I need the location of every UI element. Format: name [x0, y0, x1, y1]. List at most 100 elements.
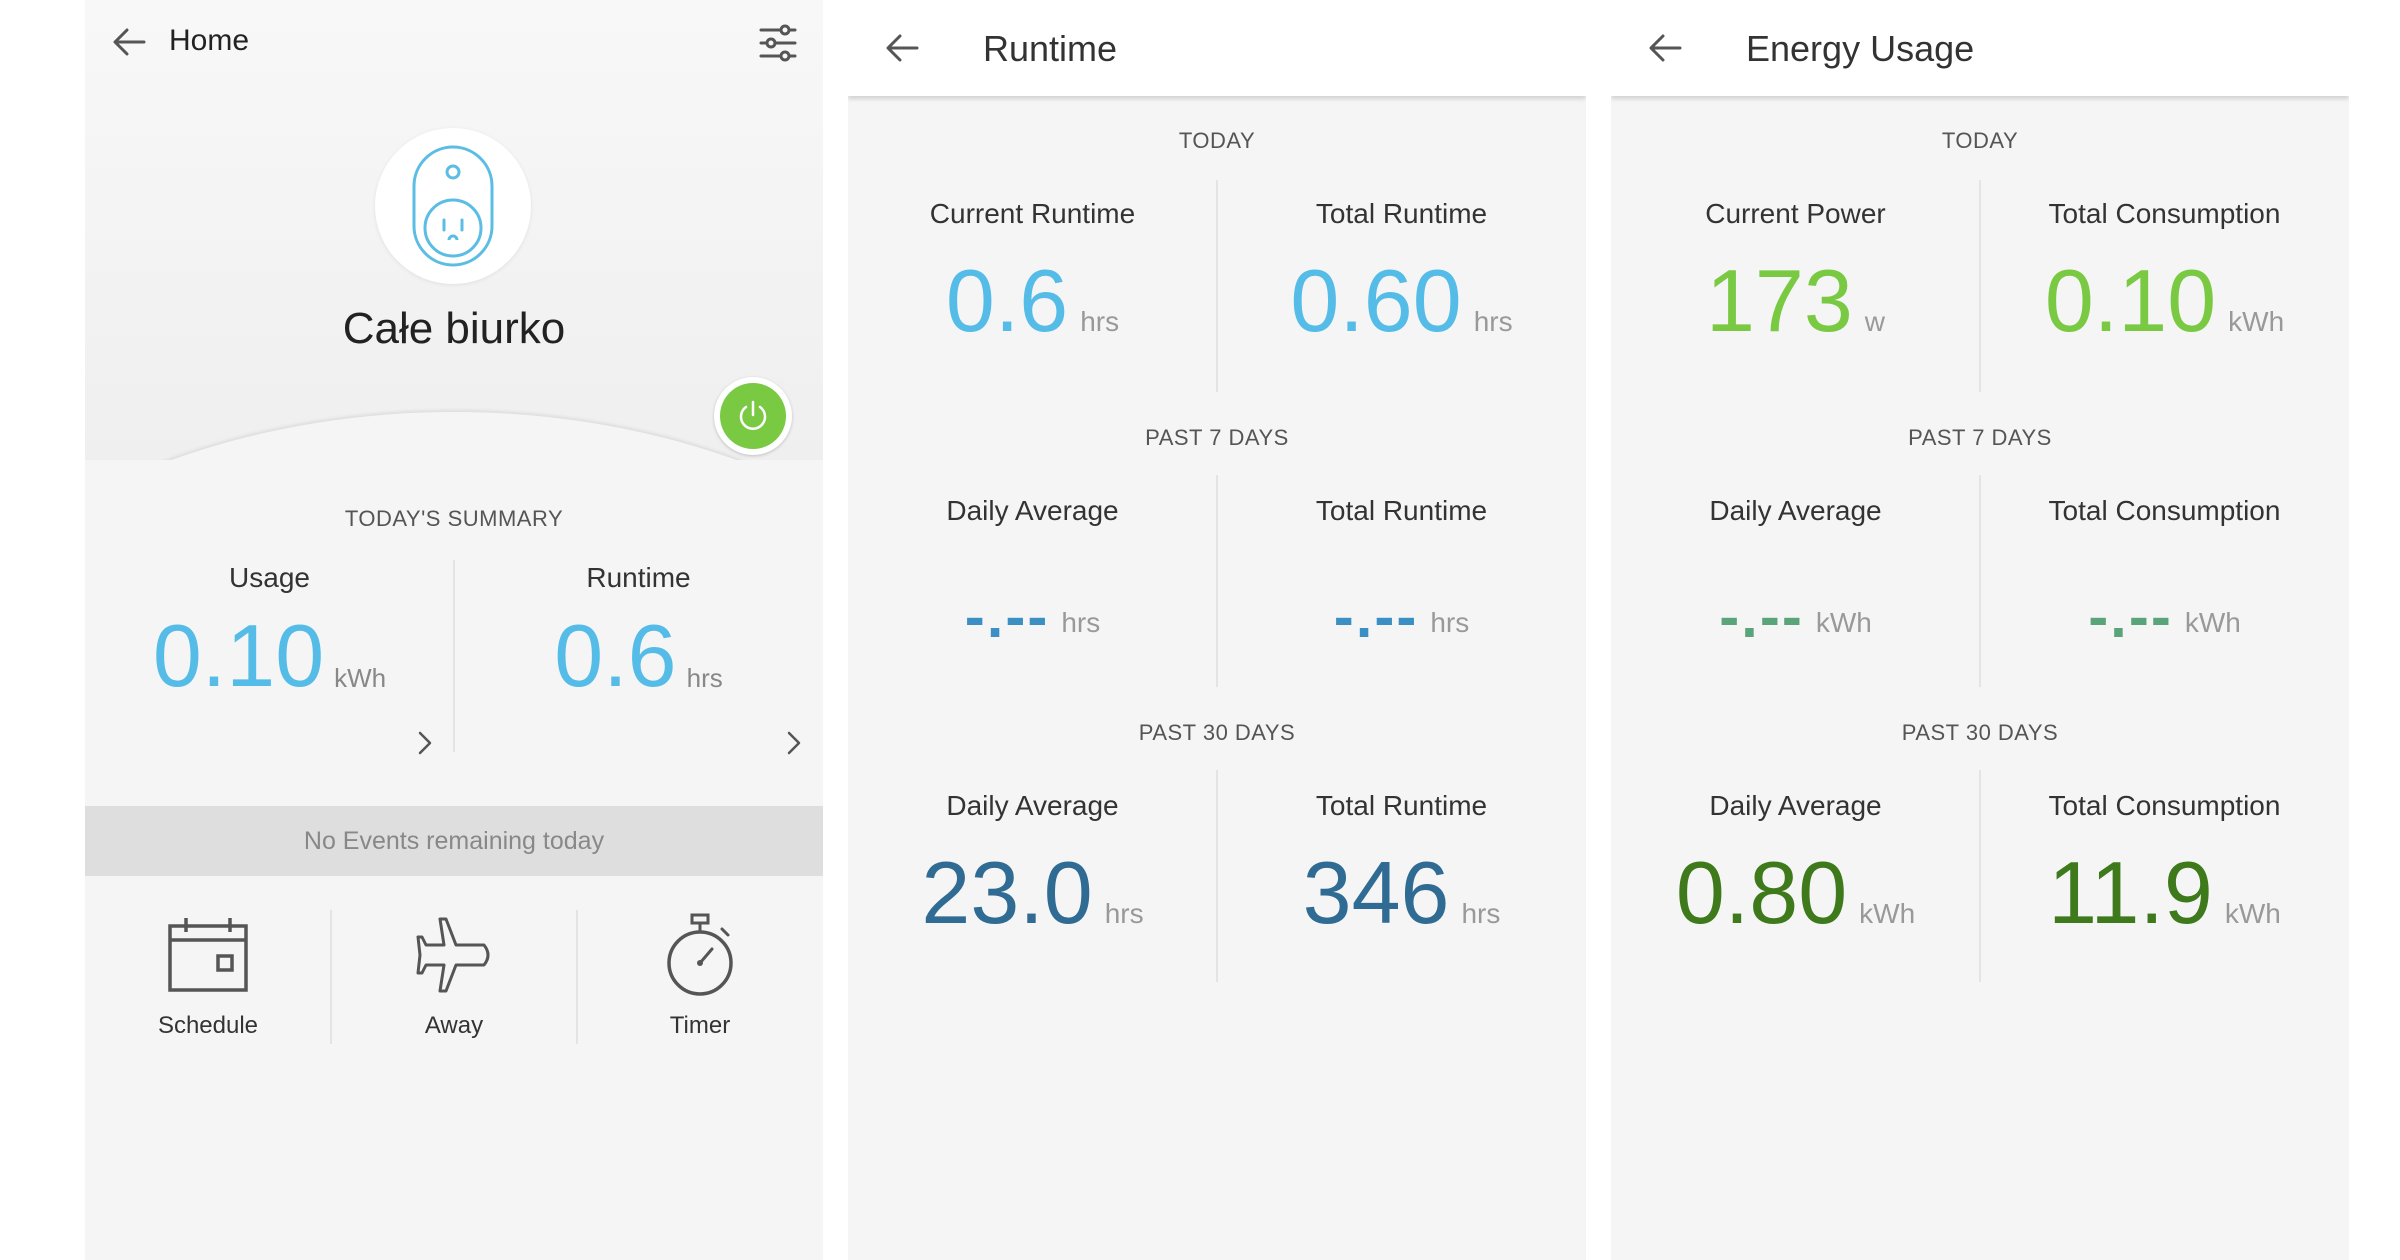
stat-title: Daily Average	[1709, 790, 1882, 821]
daily-average-30d-stat: Daily Average 0.80 kWh	[1611, 790, 1980, 938]
stat-unit: w	[1864, 306, 1886, 337]
chevron-right-icon	[787, 731, 801, 755]
energy-usage-screen: Energy Usage TODAY Current Power 173 w T…	[1611, 0, 2349, 1260]
stat-unit: kWh	[1859, 898, 1916, 929]
arrow-left-icon	[886, 34, 919, 62]
stat-title: Daily Average	[1709, 495, 1882, 526]
device-avatar	[375, 128, 531, 284]
stat-value: -.--	[964, 583, 1050, 650]
usage-summary[interactable]: Usage 0.10 kWh	[85, 562, 454, 700]
stat-title: Daily Average	[946, 495, 1119, 526]
daily-average-7d-stat: Daily Average -.-- kWh	[1611, 495, 1980, 647]
smart-plug-icon	[412, 145, 494, 267]
home-screen: Home Całe biurko TODAY'S SUMMARY Usage 0…	[85, 0, 823, 1260]
airplane-icon	[416, 917, 490, 993]
stat-value: 173	[1705, 251, 1853, 350]
events-status-bar: No Events remaining today	[85, 806, 823, 876]
runtime-unit: hrs	[686, 663, 723, 693]
section-past7-label: PAST 7 DAYS	[1908, 425, 2052, 450]
power-toggle-button[interactable]	[714, 377, 792, 455]
stat-value: -.--	[1333, 583, 1419, 650]
runtime-summary[interactable]: Runtime 0.6 hrs	[454, 562, 823, 700]
sliders-icon	[759, 24, 797, 62]
usage-title: Usage	[229, 562, 310, 593]
section-past7-label: PAST 7 DAYS	[1145, 425, 1289, 450]
settings-button[interactable]	[751, 16, 805, 70]
total-consumption-today-stat: Total Consumption 0.10 kWh	[1980, 198, 2349, 346]
total-runtime-30d-stat: Total Runtime 346 hrs	[1217, 790, 1586, 938]
stat-unit: kWh	[2224, 898, 2281, 929]
page-title: Runtime	[983, 28, 1118, 69]
away-label: Away	[424, 1012, 484, 1039]
daily-average-30d-stat: Daily Average 23.0 hrs	[848, 790, 1217, 938]
stat-unit: hrs	[1461, 898, 1501, 929]
stat-value: 0.60	[1290, 251, 1462, 350]
stat-value: 23.0	[921, 843, 1093, 942]
arrow-left-icon	[113, 28, 146, 56]
total-consumption-30d-stat: Total Consumption 11.9 kWh	[1980, 790, 2349, 938]
current-power-stat: Current Power 173 w	[1611, 198, 1980, 346]
runtime-screen: Runtime TODAY Current Runtime 0.6 hrs To…	[848, 0, 1586, 1260]
stat-title: Current Runtime	[929, 198, 1136, 229]
arrow-left-icon	[1649, 34, 1682, 62]
chevron-right-icon	[418, 731, 432, 755]
timer-label: Timer	[669, 1012, 731, 1039]
page-title: Energy Usage	[1746, 28, 1975, 69]
daily-average-7d-stat: Daily Average -.-- hrs	[848, 495, 1217, 647]
calendar-icon	[168, 918, 248, 992]
stat-value: 346	[1302, 843, 1450, 942]
usage-unit: kWh	[334, 663, 387, 693]
total-runtime-today-stat: Total Runtime 0.60 hrs	[1217, 198, 1586, 346]
schedule-label: Schedule	[157, 1012, 259, 1039]
page-title: Home	[169, 24, 250, 57]
back-button[interactable]	[99, 12, 159, 72]
app-bar: Energy Usage	[1611, 0, 2349, 96]
section-past30-label: PAST 30 DAYS	[1901, 720, 2059, 745]
stat-title: Total Consumption	[2048, 198, 2281, 229]
section-today-label: TODAY	[1941, 128, 2019, 153]
power-icon	[739, 400, 767, 430]
away-button[interactable]: Away	[331, 900, 577, 1060]
header-curve	[85, 412, 823, 460]
stat-value: 0.10	[2044, 251, 2217, 350]
usage-value: 0.10	[152, 606, 325, 705]
runtime-value: 0.6	[554, 606, 677, 705]
stat-title: Total Runtime	[1315, 790, 1488, 821]
stopwatch-icon	[667, 913, 733, 996]
stat-value: 0.6	[945, 251, 1069, 350]
total-runtime-7d-stat: Total Runtime -.-- hrs	[1217, 495, 1586, 647]
stat-unit: hrs	[1080, 306, 1120, 337]
stat-unit: kWh	[1815, 607, 1872, 638]
stat-unit: kWh	[2184, 607, 2241, 638]
stat-title: Total Runtime	[1315, 198, 1488, 229]
stat-value: -.--	[2088, 583, 2173, 650]
runtime-details-button[interactable]	[779, 728, 809, 758]
stat-title: Total Runtime	[1315, 495, 1488, 526]
section-today-label: TODAY	[1178, 128, 1256, 153]
current-runtime-stat: Current Runtime 0.6 hrs	[848, 198, 1217, 346]
usage-details-button[interactable]	[410, 728, 440, 758]
back-button[interactable]	[1635, 18, 1695, 78]
stat-title: Daily Average	[946, 790, 1119, 821]
runtime-title: Runtime	[586, 562, 691, 593]
stat-unit: hrs	[1473, 306, 1513, 337]
stat-value: -.--	[1719, 583, 1804, 650]
summary-label: TODAY'S SUMMARY	[344, 506, 564, 531]
section-past30-label: PAST 30 DAYS	[1138, 720, 1296, 745]
app-bar: Runtime	[848, 0, 1586, 96]
stat-unit: kWh	[2228, 306, 2285, 337]
stat-value: 11.9	[2048, 843, 2213, 942]
stat-title: Total Consumption	[2048, 495, 2281, 526]
stat-value: 0.80	[1675, 843, 1848, 942]
stat-unit: hrs	[1061, 607, 1101, 638]
schedule-button[interactable]: Schedule	[85, 900, 331, 1060]
stat-title: Current Power	[1705, 198, 1886, 229]
device-name: Całe biurko	[342, 304, 566, 353]
stat-unit: hrs	[1104, 898, 1144, 929]
stat-unit: hrs	[1430, 607, 1470, 638]
timer-button[interactable]: Timer	[577, 900, 823, 1060]
stat-title: Total Consumption	[2048, 790, 2281, 821]
total-consumption-7d-stat: Total Consumption -.-- kWh	[1980, 495, 2349, 647]
back-button[interactable]	[872, 18, 932, 78]
power-indicator	[720, 383, 786, 449]
